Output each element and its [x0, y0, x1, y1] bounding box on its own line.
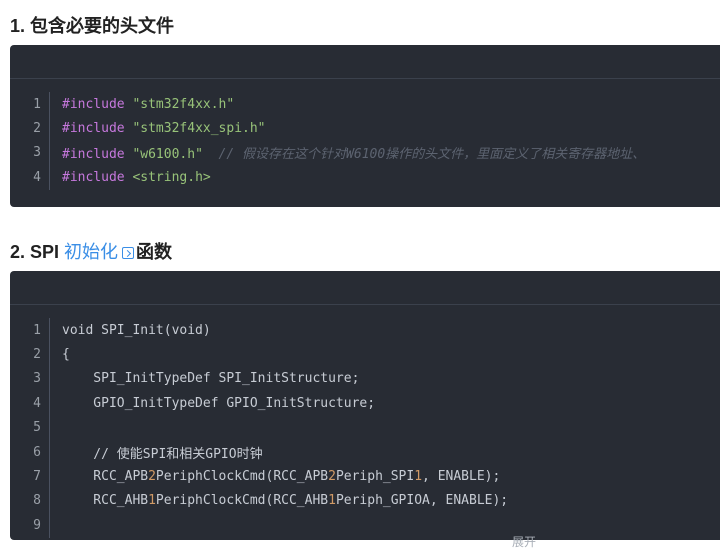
code-text: RCC_APB2PeriphClockCmd(RCC_APB2Periph_SP… [50, 469, 500, 484]
code-line: 8 RCC_AHB1PeriphClockCmd(RCC_AHB1Periph_… [10, 488, 720, 514]
code-line: 6 // 使能SPI和相关GPIO时钟 [10, 439, 720, 465]
code-token: SPI_InitTypeDef SPI_InitStructure; [62, 371, 360, 387]
code-text: #include "stm32f4xx_spi.h" [50, 121, 266, 136]
code-token: // 使能SPI和相关GPIO时钟 [62, 446, 263, 462]
code-line: 2{ [10, 342, 720, 367]
section2-heading-prefix: 2. SPI [10, 242, 65, 262]
line-number: 4 [10, 391, 50, 416]
code-token: , ENABLE); [422, 469, 501, 485]
code-text: #include "stm32f4xx.h" [50, 97, 234, 112]
code-token: GPIO_InitTypeDef GPIO_InitStructure; [62, 395, 376, 411]
line-number: 4 [10, 165, 50, 190]
code-text: #include <string.h> [50, 170, 211, 185]
code-text: GPIO_InitTypeDef GPIO_InitStructure; [50, 396, 375, 411]
section1-heading: 1. 包含必要的头文件 [10, 12, 174, 38]
code-text: { [50, 347, 70, 362]
line-number: 9 [10, 513, 50, 538]
code-token: 1 [328, 493, 336, 509]
code-text: // 使能SPI和相关GPIO时钟 [50, 443, 263, 462]
line-number: 8 [10, 488, 50, 514]
init-link[interactable]: 初始化 [64, 242, 118, 262]
line-number: 2 [10, 342, 50, 367]
section2-heading-suffix: 函数 [136, 242, 173, 262]
code-token: 2 [328, 469, 336, 485]
code-token: "w6100.h" [132, 147, 203, 163]
code-toolbar-1 [10, 45, 720, 79]
code-token: // 假设存在这个针对W6100操作的头文件，里面定义了相关寄存器地址、 [202, 147, 646, 163]
code-token: #include [62, 96, 125, 112]
code-token: "stm32f4xx_spi.h" [132, 121, 266, 137]
code-line: 3 SPI_InitTypeDef SPI_InitStructure; [10, 366, 720, 392]
code-lines-1: 1 #include "stm32f4xx.h" 2 #include "stm32f… [10, 79, 720, 190]
code-line: 1 void SPI_Init(void) [10, 318, 720, 343]
code-block-2: 1 void SPI_Init(void) 2{3 SPI_InitTypeDef … [10, 271, 720, 540]
line-number: 7 [10, 464, 50, 489]
external-link-icon[interactable] [122, 247, 135, 260]
code-line: 7 RCC_APB2PeriphClockCmd(RCC_APB2Periph_… [10, 464, 720, 489]
code-line: 1 #include "stm32f4xx.h" [10, 92, 720, 117]
code-line: 9 [10, 513, 720, 538]
code-token: 2 [148, 469, 156, 485]
code-token: PeriphClockCmd(RCC_APB [155, 469, 329, 485]
code-line: 2 #include "stm32f4xx_spi.h" [10, 116, 720, 141]
line-number: 2 [10, 116, 50, 141]
code-line: 3 #include "w6100.h" // 假设存在这个针对W6100操作的头… [10, 140, 720, 166]
code-token: 1 [414, 469, 423, 485]
code-text: #include "w6100.h" // 假设存在这个针对W6100操作的头文… [50, 143, 645, 162]
line-number: 3 [10, 366, 50, 392]
code-token: RCC_AHB [62, 493, 149, 509]
section1-heading-text: 1. 包含必要的头文件 [10, 16, 175, 36]
code-token: "stm32f4xx.h" [132, 96, 235, 112]
code-token: PeriphClockCmd(RCC_AHB [155, 493, 329, 509]
code-token: void SPI_Init(void) [62, 322, 211, 338]
code-toolbar-2 [10, 271, 720, 305]
code-token: RCC_APB [62, 469, 149, 485]
line-number: 1 [10, 318, 50, 343]
code-text: RCC_AHB1PeriphClockCmd(RCC_AHB1Periph_GP… [50, 493, 508, 508]
line-number: 1 [10, 92, 50, 117]
code-token: Periph_GPIOA, ENABLE); [335, 493, 509, 509]
code-text: void SPI_Init(void) [50, 323, 211, 338]
code-line: 5 [10, 415, 720, 440]
code-line: 4 GPIO_InitTypeDef GPIO_InitStructure; [10, 391, 720, 416]
code-text: SPI_InitTypeDef SPI_InitStructure; [50, 371, 359, 386]
code-token: #include [62, 169, 125, 185]
code-token: #include [62, 147, 125, 163]
code-token: { [62, 347, 70, 363]
line-number: 3 [10, 140, 50, 166]
line-number: 5 [10, 415, 50, 440]
code-line: 4 #include <string.h> [10, 165, 720, 190]
expand-button[interactable]: 展开 [512, 533, 536, 550]
code-token: <string.h> [132, 169, 211, 185]
code-block-1: 1 #include "stm32f4xx.h" 2 #include "stm32f… [10, 45, 720, 207]
line-number: 6 [10, 439, 50, 465]
section2-heading: 2. SPI 初始化 函数 [10, 238, 172, 264]
code-token: Periph_SPI [335, 469, 415, 485]
code-token: #include [62, 121, 125, 137]
code-lines-2: 1 void SPI_Init(void) 2{3 SPI_InitTypeDef … [10, 305, 720, 538]
code-token: 1 [148, 493, 156, 509]
